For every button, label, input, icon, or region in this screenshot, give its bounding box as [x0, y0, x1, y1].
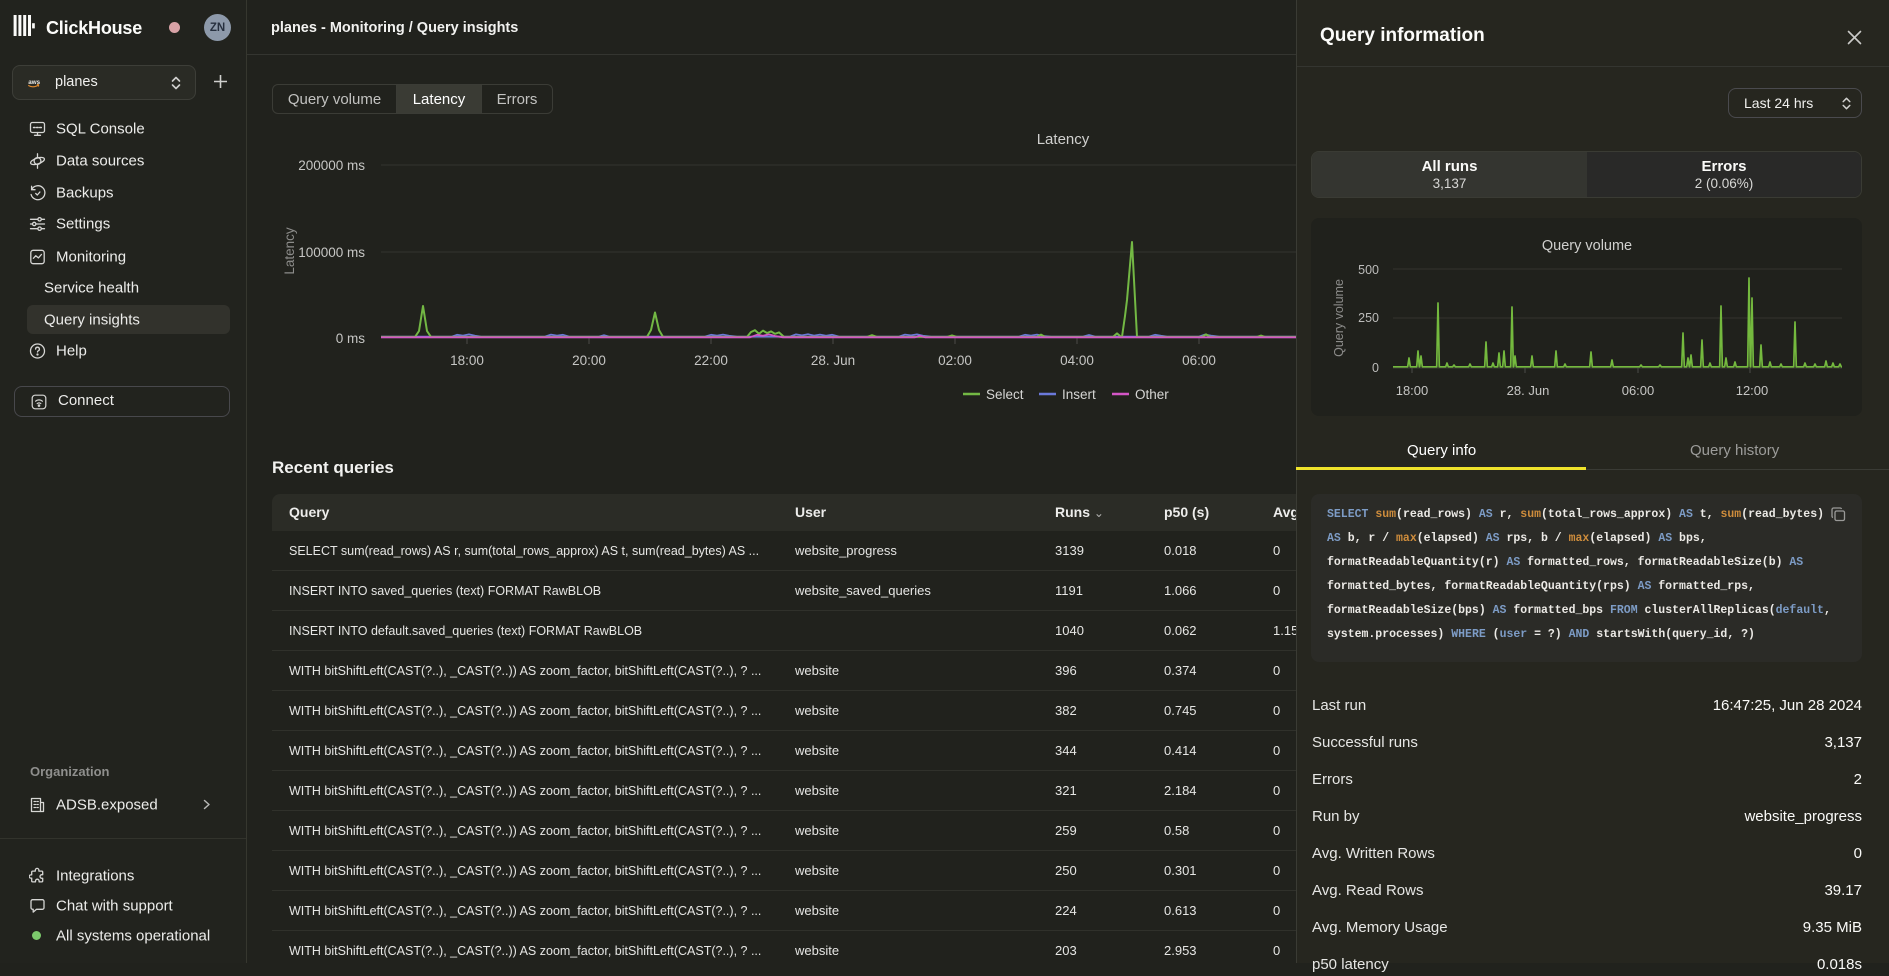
svg-text:0: 0	[1372, 361, 1379, 375]
svg-text:Query volume: Query volume	[1332, 279, 1346, 357]
svg-text:12:00: 12:00	[1736, 383, 1769, 398]
svg-text:18:00: 18:00	[1396, 383, 1429, 398]
svg-text:500: 500	[1358, 263, 1379, 277]
svg-text:Query volume: Query volume	[1542, 238, 1632, 254]
svg-text:250: 250	[1358, 311, 1379, 325]
svg-text:28. Jun: 28. Jun	[1507, 383, 1550, 398]
svg-text:06:00: 06:00	[1622, 383, 1655, 398]
